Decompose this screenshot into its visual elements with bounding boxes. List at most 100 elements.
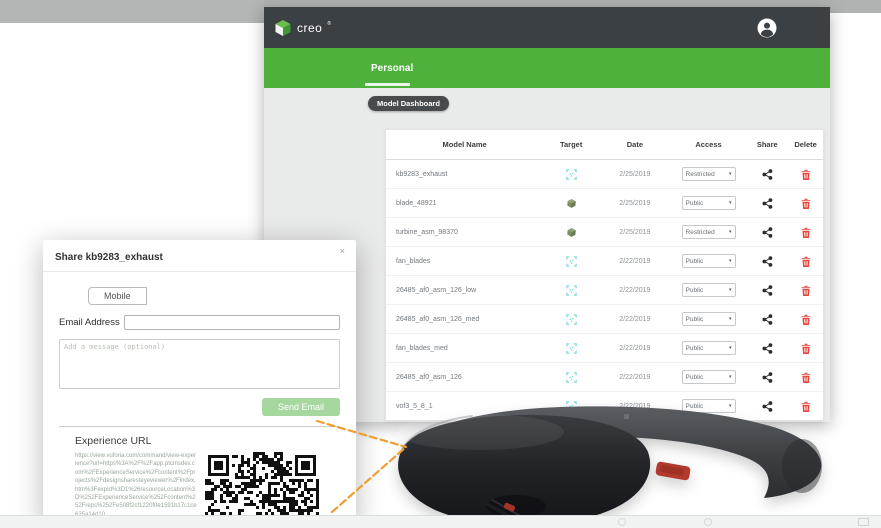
trash-icon xyxy=(801,314,811,325)
creo-cube-icon xyxy=(274,19,292,37)
share-cell xyxy=(746,189,788,217)
column-header-model-name: Model Name xyxy=(386,140,543,149)
column-header-access: Access xyxy=(671,140,747,149)
table-row: fan_blades2/22/2019Public▾ xyxy=(386,247,823,276)
caret-down-icon: ▾ xyxy=(729,346,732,351)
delete-cell xyxy=(788,363,823,391)
share-button[interactable] xyxy=(762,169,773,180)
bottom-bar xyxy=(0,515,881,528)
access-select[interactable]: Public▾ xyxy=(682,283,736,297)
scan-target-icon xyxy=(566,314,577,325)
app-nav-bar: Personal xyxy=(264,48,830,88)
delete-cell xyxy=(788,276,823,304)
scan-target-icon xyxy=(566,372,577,383)
email-label: Email Address xyxy=(59,317,120,328)
delete-cell xyxy=(788,334,823,362)
column-header-delete: Delete xyxy=(788,140,823,149)
share-button[interactable] xyxy=(762,314,773,325)
close-icon[interactable]: × xyxy=(340,246,345,256)
share-button[interactable] xyxy=(762,198,773,209)
delete-button[interactable] xyxy=(801,169,811,180)
tab-mobile[interactable]: Mobile xyxy=(88,287,147,305)
column-header-share: Share xyxy=(746,140,788,149)
experience-url-heading: Experience URL xyxy=(75,435,340,447)
target-cell xyxy=(543,160,599,188)
access-select[interactable]: Restricted▾ xyxy=(682,225,736,239)
share-button[interactable] xyxy=(762,343,773,354)
trash-icon xyxy=(801,169,811,180)
hololens-headset-image xyxy=(388,398,828,528)
access-cell: Public▾ xyxy=(671,305,747,333)
target-cell xyxy=(543,276,599,304)
access-cell: Public▾ xyxy=(671,334,747,362)
message-field[interactable] xyxy=(59,339,340,389)
send-email-button[interactable]: Send Email xyxy=(262,398,340,416)
caret-down-icon: ▾ xyxy=(729,317,732,322)
delete-button[interactable] xyxy=(801,372,811,383)
delete-button[interactable] xyxy=(801,343,811,354)
trash-icon xyxy=(801,343,811,354)
access-select[interactable]: Public▾ xyxy=(682,312,736,326)
share-dialog: Share kb9283_exhaust × Mobile 3D Headset… xyxy=(43,240,356,528)
access-select[interactable]: Restricted▾ xyxy=(682,167,736,181)
user-avatar-button[interactable] xyxy=(757,18,777,38)
caret-down-icon: ▾ xyxy=(729,201,732,206)
delete-button[interactable] xyxy=(801,285,811,296)
share-cell xyxy=(746,218,788,246)
access-cell: Public▾ xyxy=(671,247,747,275)
scan-target-icon xyxy=(566,343,577,354)
target-cell xyxy=(543,305,599,333)
share-button[interactable] xyxy=(762,372,773,383)
table-row: fan_blades_med2/22/2019Public▾ xyxy=(386,334,823,363)
email-field[interactable] xyxy=(124,315,340,330)
model-dashboard-button[interactable]: Model Dashboard xyxy=(368,96,449,111)
delete-button[interactable] xyxy=(801,256,811,267)
model-date: 2/22/2019 xyxy=(599,247,671,275)
access-cell: Public▾ xyxy=(671,276,747,304)
ghost-circle-icon xyxy=(704,518,712,526)
email-row: Email Address xyxy=(59,315,340,330)
model-date: 2/22/2019 xyxy=(599,276,671,304)
model-name: 26485_af0_asm_126_med xyxy=(386,305,543,333)
access-select[interactable]: Public▾ xyxy=(682,341,736,355)
model-date: 2/25/2019 xyxy=(599,218,671,246)
share-button[interactable] xyxy=(762,227,773,238)
delete-button[interactable] xyxy=(801,198,811,209)
share-icon xyxy=(762,372,773,383)
trash-icon xyxy=(801,256,811,267)
ghost-square-icon xyxy=(858,518,869,526)
trash-icon xyxy=(801,285,811,296)
table-row: kb9283_exhaust2/25/2019Restricted▾ xyxy=(386,160,823,189)
share-cell xyxy=(746,305,788,333)
model-date: 2/22/2019 xyxy=(599,334,671,362)
access-select[interactable]: Public▾ xyxy=(682,196,736,210)
access-cell: Public▾ xyxy=(671,363,747,391)
access-select[interactable]: Public▾ xyxy=(682,254,736,268)
share-button[interactable] xyxy=(762,285,773,296)
account-icon xyxy=(757,18,777,38)
trash-icon xyxy=(801,372,811,383)
model-target-icon xyxy=(566,227,577,238)
table-row: blade_489212/25/2019Public▾ xyxy=(386,189,823,218)
caret-down-icon: ▾ xyxy=(729,230,732,235)
share-button[interactable] xyxy=(762,256,773,267)
target-cell xyxy=(543,189,599,217)
personal-tab-underline xyxy=(365,83,410,86)
creo-logo[interactable]: creo® xyxy=(274,19,331,37)
tab-personal[interactable]: Personal xyxy=(371,48,413,88)
delete-cell xyxy=(788,189,823,217)
model-target-icon xyxy=(566,198,577,209)
scan-target-icon xyxy=(566,285,577,296)
model-name: 26485_af0_asm_126_low xyxy=(386,276,543,304)
access-select[interactable]: Public▾ xyxy=(682,370,736,384)
share-icon xyxy=(762,169,773,180)
brand-mark: ® xyxy=(327,21,331,27)
access-cell: Restricted▾ xyxy=(671,160,747,188)
share-cell xyxy=(746,334,788,362)
delete-cell xyxy=(788,305,823,333)
delete-button[interactable] xyxy=(801,227,811,238)
share-dialog-title: Share kb9283_exhaust xyxy=(55,252,163,263)
model-date: 2/22/2019 xyxy=(599,305,671,333)
delete-button[interactable] xyxy=(801,314,811,325)
model-date: 2/25/2019 xyxy=(599,189,671,217)
